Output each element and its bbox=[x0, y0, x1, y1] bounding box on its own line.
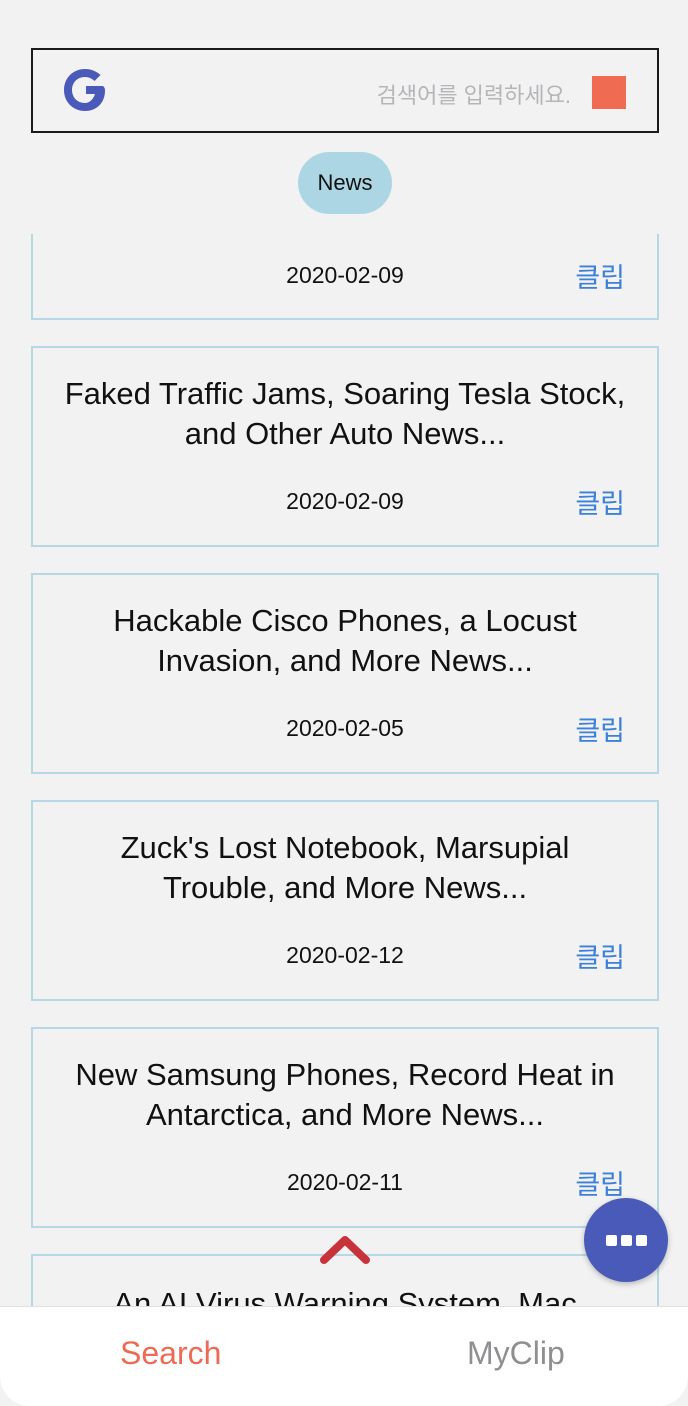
news-card[interactable]: Zuck's Lost Notebook, Marsupial Trouble,… bbox=[31, 800, 659, 1001]
news-title: An AI Virus Warning System, Mac bbox=[113, 1286, 577, 1307]
tab-search[interactable]: Search bbox=[120, 1335, 221, 1372]
tab-myclip[interactable]: MyClip bbox=[467, 1335, 565, 1372]
clip-button[interactable]: 클립 bbox=[575, 936, 625, 975]
news-title: Hackable Cisco Phones, a Locust Invasion… bbox=[113, 603, 577, 678]
search-bar[interactable]: 검색어를 입력하세요. bbox=[31, 48, 659, 133]
news-card[interactable]: 2020-02-09 클립 bbox=[31, 234, 659, 320]
news-card[interactable]: Faked Traffic Jams, Soaring Tesla Stock,… bbox=[31, 346, 659, 547]
clip-button[interactable]: 클립 bbox=[575, 709, 625, 748]
more-icon bbox=[635, 1234, 647, 1246]
category-chip-news[interactable]: News bbox=[298, 152, 392, 214]
news-date: 2020-02-05 bbox=[286, 715, 404, 741]
chevron-up-icon[interactable] bbox=[318, 1230, 372, 1266]
news-date: 2020-02-11 bbox=[287, 1169, 403, 1195]
search-submit-button[interactable] bbox=[592, 76, 626, 109]
news-title: Faked Traffic Jams, Soaring Tesla Stock,… bbox=[64, 376, 626, 451]
news-date: 2020-02-12 bbox=[286, 942, 404, 968]
clip-button[interactable]: 클립 bbox=[575, 482, 625, 521]
more-icon bbox=[620, 1234, 632, 1246]
search-input[interactable]: 검색어를 입력하세요. bbox=[377, 78, 571, 110]
bottom-tab-bar: Search MyClip bbox=[0, 1306, 688, 1406]
more-button[interactable] bbox=[584, 1198, 668, 1282]
google-logo-icon bbox=[64, 69, 105, 111]
news-date: 2020-02-09 bbox=[286, 262, 404, 288]
news-card[interactable]: Hackable Cisco Phones, a Locust Invasion… bbox=[31, 573, 659, 774]
news-card[interactable]: New Samsung Phones, Record Heat in Antar… bbox=[31, 1027, 659, 1228]
news-title: New Samsung Phones, Record Heat in Antar… bbox=[75, 1057, 615, 1132]
news-feed[interactable]: 2020-02-09 클립 Faked Traffic Jams, Soarin… bbox=[0, 234, 688, 1307]
clip-button[interactable]: 클립 bbox=[575, 1163, 625, 1202]
news-title: Zuck's Lost Notebook, Marsupial Trouble,… bbox=[120, 830, 570, 905]
news-date: 2020-02-09 bbox=[286, 488, 404, 514]
more-icon bbox=[605, 1234, 617, 1246]
clip-button[interactable]: 클립 bbox=[575, 256, 625, 295]
